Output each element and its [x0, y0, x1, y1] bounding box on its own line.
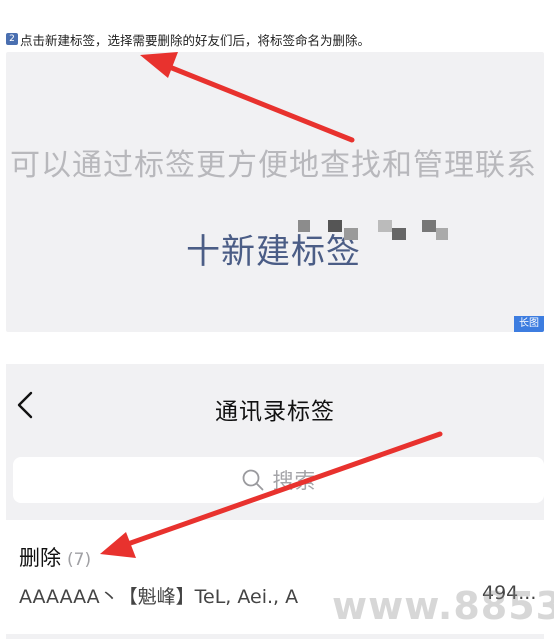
instruction-text: 点击新建标签，选择需要删除的好友们后，将标签命名为删除。 [20, 32, 371, 48]
tag-hint-text: 可以通过标签更方便地查找和管理联系 [10, 148, 537, 183]
instruction-line: 2 点击新建标签，选择需要删除的好友们后，将标签命名为删除。 [6, 30, 370, 48]
tag-name: 删除 [19, 546, 61, 570]
search-input[interactable]: 搜索 [13, 457, 544, 503]
pixelated-mosaic [282, 214, 482, 242]
page-title: 通讯录标签 [215, 399, 335, 425]
watermark-text: www.88531.cn [332, 584, 554, 628]
tag-title-row: 删除 (7) [19, 542, 91, 572]
tag-member-count: (7) [67, 550, 92, 570]
search-icon [242, 469, 263, 491]
step-number-badge: 2 [6, 33, 18, 45]
tag-intro-panel: 可以通过标签更方便地查找和管理联系 十新建标签 长图 [6, 52, 544, 332]
tag-members-text: AAAAAA丶【魁峰】TeL, Aei., A [19, 586, 299, 608]
long-image-badge: 长图 [514, 316, 544, 332]
search-placeholder: 搜索 [272, 469, 317, 493]
